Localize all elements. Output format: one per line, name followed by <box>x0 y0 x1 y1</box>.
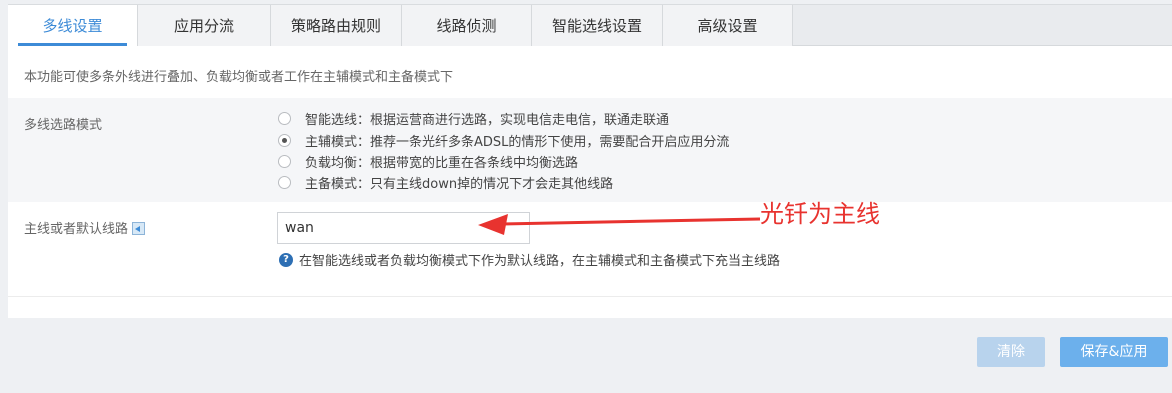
divider <box>8 296 1172 297</box>
tab-multiline-settings[interactable]: 多线设置 <box>8 5 138 47</box>
tab-bar: 多线设置 应用分流 策略路由规则 线路侦测 智能选线设置 高级设置 <box>8 4 1172 47</box>
question-icon: ? <box>279 252 293 267</box>
radio-primary-backup[interactable]: 主备模式：只有主线down掉的情况下才会走其他线路 <box>278 172 613 192</box>
default-line-help: ? 在智能选线或者负载均衡模式下作为默认线路，在主辅模式和主备模式下充当主线路 <box>279 250 780 269</box>
radio-label: 主备模式：只有主线down掉的情况下才会走其他线路 <box>305 176 614 192</box>
footer-bar: 清除 保存&应用 <box>8 318 1172 393</box>
radio-button[interactable] <box>278 154 291 168</box>
default-line-label-wrap: 主线或者默认线路 <box>24 218 146 237</box>
tab-policy-routing[interactable]: 策略路由规则 <box>271 5 402 47</box>
mode-label: 多线选路模式 <box>24 118 103 133</box>
radio-smart-select[interactable]: 智能选线：根据运营商进行选路，实现电信走电信，联通走联通 <box>278 108 669 128</box>
radio-button-checked[interactable] <box>278 133 291 147</box>
feature-description: 本功能可使多条外线进行叠加、负载均衡或者工作在主辅模式和主备模式下 <box>24 70 454 85</box>
tab-app-split[interactable]: 应用分流 <box>138 5 271 47</box>
radio-label: 负载均衡：根据带宽的比重在各条线中均衡选路 <box>305 155 579 171</box>
tab-bar-filler <box>793 5 1172 46</box>
tab-line-detection[interactable]: 线路侦测 <box>402 5 532 47</box>
back-arrow-icon[interactable] <box>132 222 146 235</box>
default-line-label: 主线或者默认线路 <box>24 222 129 237</box>
radio-primary-secondary[interactable]: 主辅模式：推荐一条光纤多条ADSL的情形下使用，需要配合开启应用分流 <box>278 130 729 150</box>
tab-smart-line-settings[interactable]: 智能选线设置 <box>532 5 663 47</box>
save-apply-button[interactable]: 保存&应用 <box>1060 337 1168 367</box>
radio-button[interactable] <box>278 175 291 189</box>
default-line-input[interactable] <box>277 212 530 244</box>
help-text: 在智能选线或者负载均衡模式下作为默认线路，在主辅模式和主备模式下充当主线路 <box>299 254 781 269</box>
tab-advanced-settings[interactable]: 高级设置 <box>663 5 793 47</box>
mode-row: 多线选路模式 智能选线：根据运营商进行选路，实现电信走电信，联通走联通 主辅模式… <box>8 98 1172 202</box>
radio-label: 智能选线：根据运营商进行选路，实现电信走电信，联通走联通 <box>305 112 670 128</box>
settings-panel: 本功能可使多条外线进行叠加、负载均衡或者工作在主辅模式和主备模式下 多线选路模式… <box>8 46 1172 318</box>
clear-button[interactable]: 清除 <box>977 337 1045 367</box>
radio-load-balance[interactable]: 负载均衡：根据带宽的比重在各条线中均衡选路 <box>278 151 578 171</box>
page: 多线设置 应用分流 策略路由规则 线路侦测 智能选线设置 高级设置 本功能可使多… <box>0 0 1172 393</box>
radio-button[interactable] <box>278 111 291 125</box>
annotation-text: 光钎为主线 <box>760 200 880 228</box>
radio-label: 主辅模式：推荐一条光纤多条ADSL的情形下使用，需要配合开启应用分流 <box>305 134 730 150</box>
